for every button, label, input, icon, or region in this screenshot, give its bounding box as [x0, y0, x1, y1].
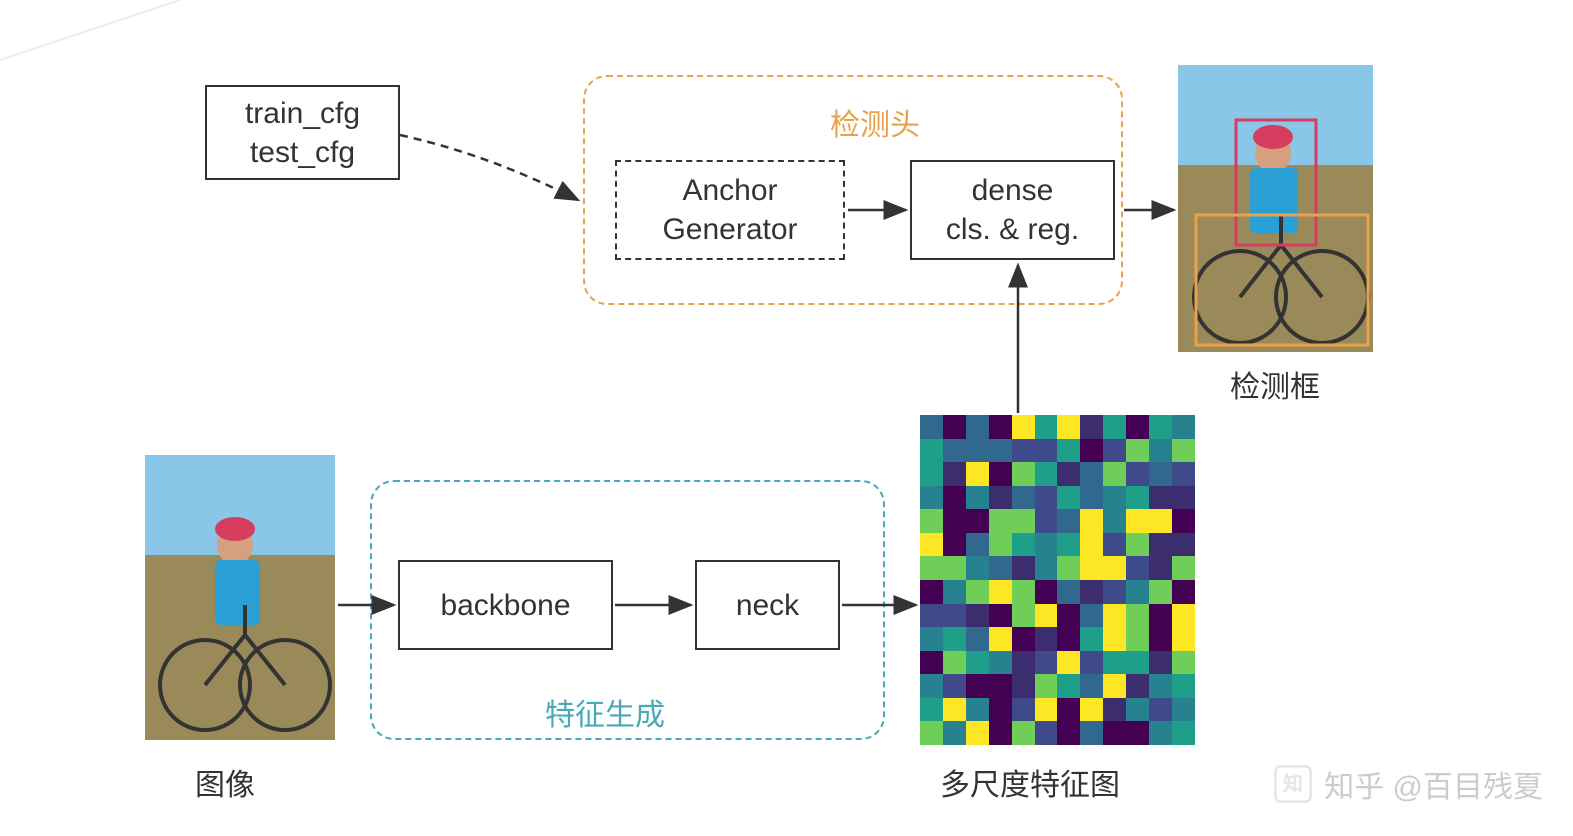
- detection-head-label: 检测头: [830, 100, 920, 144]
- anchor-line1: Anchor: [662, 171, 797, 210]
- cfg-line2: test_cfg: [245, 133, 360, 172]
- backbone-box: backbone: [398, 560, 613, 650]
- anchor-line2: Generator: [662, 210, 797, 249]
- feature-map: [920, 415, 1195, 745]
- anchor-generator-box: Anchor Generator: [615, 160, 845, 260]
- svg-text:知: 知: [1283, 772, 1303, 796]
- watermark: 知 知乎 @百目残夏: [1272, 762, 1543, 806]
- backbone-label: backbone: [440, 586, 570, 625]
- arrow-cfg-to-head: [400, 135, 578, 200]
- input-image: [145, 455, 335, 740]
- feature-generation-label: 特征生成: [545, 690, 665, 734]
- neck-box: neck: [695, 560, 840, 650]
- output-caption: 检测框: [1230, 362, 1320, 406]
- cfg-line1: train_cfg: [245, 94, 360, 133]
- cfg-box: train_cfg test_cfg: [205, 85, 400, 180]
- input-image-caption: 图像: [195, 760, 255, 804]
- output-image: [1178, 65, 1373, 352]
- dense-line2: cls. & reg.: [946, 210, 1079, 249]
- feature-map-caption: 多尺度特征图: [940, 760, 1120, 804]
- dense-head-box: dense cls. & reg.: [910, 160, 1115, 260]
- zhihu-icon: 知: [1272, 763, 1314, 805]
- neck-label: neck: [736, 586, 799, 625]
- dense-line1: dense: [946, 171, 1079, 210]
- watermark-text: 知乎 @百目残夏: [1324, 762, 1543, 806]
